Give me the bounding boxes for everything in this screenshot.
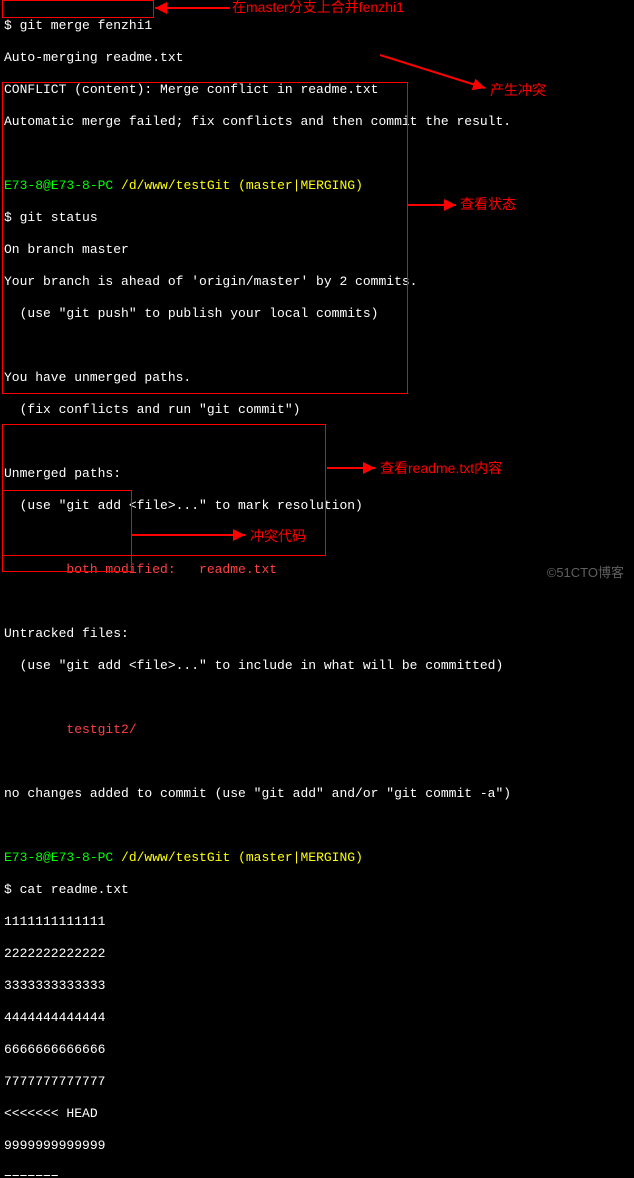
cmd-git-merge[interactable]: $ git merge fenzhi1 — [4, 18, 630, 34]
file-line: 3333333333333 — [4, 978, 630, 994]
file-line: 7777777777777 — [4, 1074, 630, 1090]
blank-line — [4, 338, 630, 354]
prompt-path: /d/www/testGit — [121, 178, 230, 193]
prompt-user-host: E73-8@E73-8-PC — [4, 850, 113, 865]
watermark: ©51CTO博客 — [547, 565, 624, 581]
blank-line — [4, 146, 630, 162]
blank-line — [4, 690, 630, 706]
output-line: Automatic merge failed; fix conflicts an… — [4, 114, 630, 130]
prompt-line: E73-8@E73-8-PC /d/www/testGit (master|ME… — [4, 850, 630, 866]
output-line: Untracked files: — [4, 626, 630, 642]
cmd-git-status[interactable]: $ git status — [4, 210, 630, 226]
output-line: CONFLICT (content): Merge conflict in re… — [4, 82, 630, 98]
output-line: (fix conflicts and run "git commit") — [4, 402, 630, 418]
output-line: Your branch is ahead of 'origin/master' … — [4, 274, 630, 290]
prompt-path: /d/www/testGit — [121, 850, 230, 865]
blank-line — [4, 818, 630, 834]
conflict-marker-head: <<<<<<< HEAD — [4, 1106, 630, 1122]
prompt-user-host: E73-8@E73-8-PC — [4, 178, 113, 193]
output-both-modified: both modified: readme.txt — [4, 562, 630, 578]
file-line: 1111111111111 — [4, 914, 630, 930]
conflict-marker-sep: ======= — [4, 1170, 630, 1178]
prompt-line: E73-8@E73-8-PC /d/www/testGit (master|ME… — [4, 178, 630, 194]
prompt-branch: (master|MERGING) — [238, 178, 363, 193]
file-line: 2222222222222 — [4, 946, 630, 962]
blank-line — [4, 530, 630, 546]
output-line: (use "git add <file>..." to mark resolut… — [4, 498, 630, 514]
output-line: no changes added to commit (use "git add… — [4, 786, 630, 802]
blank-line — [4, 754, 630, 770]
file-line: 9999999999999 — [4, 1138, 630, 1154]
output-line: On branch master — [4, 242, 630, 258]
cmd-cat[interactable]: $ cat readme.txt — [4, 882, 630, 898]
output-line: Unmerged paths: — [4, 466, 630, 482]
blank-line — [4, 434, 630, 450]
file-line: 4444444444444 — [4, 1010, 630, 1026]
prompt-branch: (master|MERGING) — [238, 850, 363, 865]
blank-line — [4, 594, 630, 610]
output-untracked: testgit2/ — [4, 722, 630, 738]
terminal-output: $ git merge fenzhi1 Auto-merging readme.… — [0, 0, 634, 1178]
output-line: (use "git push" to publish your local co… — [4, 306, 630, 322]
file-line: 6666666666666 — [4, 1042, 630, 1058]
output-line: You have unmerged paths. — [4, 370, 630, 386]
output-line: Auto-merging readme.txt — [4, 50, 630, 66]
output-line: (use "git add <file>..." to include in w… — [4, 658, 630, 674]
